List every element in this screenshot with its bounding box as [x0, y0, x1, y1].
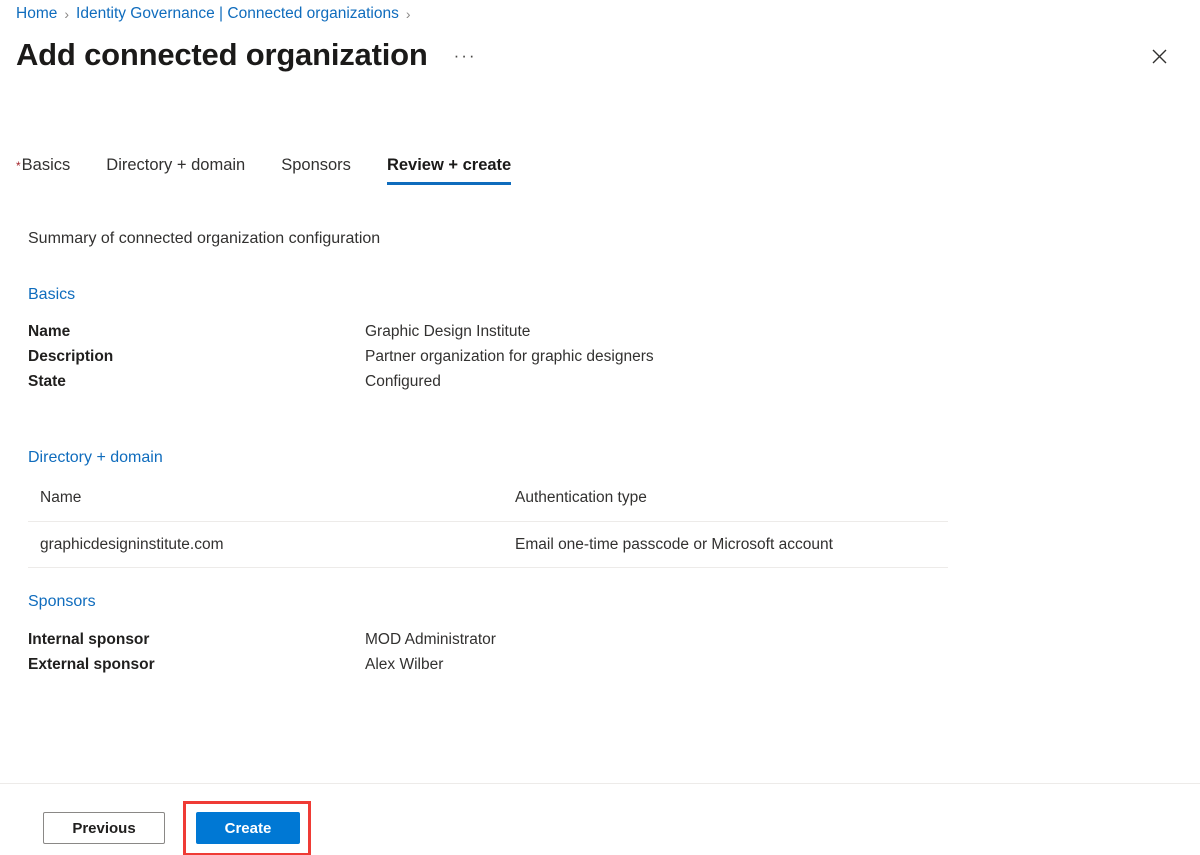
summary-text: Summary of connected organization config… [28, 230, 381, 247]
table-row: graphicdesigninstitute.com Email one-tim… [28, 521, 948, 568]
section-heading-basics[interactable]: Basics [28, 284, 1200, 306]
section-heading-directory-domain[interactable]: Directory + domain [28, 447, 1200, 469]
column-header-name: Name [28, 483, 503, 522]
sponsors-summary-list: Internal sponsor MOD Administrator Exter… [28, 627, 1200, 677]
tab-directory-domain[interactable]: Directory + domain [106, 154, 245, 185]
chevron-right-icon: › [405, 6, 411, 22]
page-title: Add connected organization [16, 37, 428, 72]
basics-summary-list: Name Graphic Design Institute Descriptio… [28, 319, 1200, 394]
sponsors-key-external: External sponsor [28, 656, 155, 673]
previous-button[interactable]: Previous [43, 812, 165, 844]
breadcrumb-item-home[interactable]: Home [16, 5, 57, 23]
tab-sponsors-label: Sponsors [281, 156, 351, 174]
basics-value-name: Graphic Design Institute [365, 323, 531, 340]
more-options-icon[interactable]: ··· [454, 46, 477, 66]
section-heading-sponsors[interactable]: Sponsors [28, 591, 1200, 613]
create-button[interactable]: Create [196, 812, 300, 844]
cell-authentication-type: Email one-time passcode or Microsoft acc… [503, 521, 948, 568]
add-connected-organization-blade: Home › Identity Governance | Connected o… [0, 0, 1200, 855]
tab-basics-label: Basics [21, 156, 71, 174]
review-create-content: Summary of connected organization config… [0, 210, 1200, 783]
directory-domain-table: Name Authentication type graphicdesignin… [28, 483, 948, 568]
sponsors-value-internal: MOD Administrator [365, 631, 496, 648]
tab-sponsors[interactable]: Sponsors [281, 154, 351, 185]
tab-review-create[interactable]: Review + create [386, 154, 512, 185]
breadcrumb-item-identity-governance[interactable]: Identity Governance | Connected organiza… [76, 5, 399, 23]
chevron-right-icon: › [64, 6, 70, 22]
basics-value-state: Configured [365, 373, 441, 390]
basics-key-description: Description [28, 348, 114, 365]
breadcrumb: Home › Identity Governance | Connected o… [16, 0, 418, 28]
tab-basics[interactable]: *Basics [16, 154, 70, 185]
required-asterisk-icon: * [16, 159, 21, 173]
title-row: Add connected organization ··· [16, 34, 477, 76]
tab-directory-domain-label: Directory + domain [106, 156, 246, 174]
wizard-footer: Previous Create [0, 783, 1200, 855]
tab-review-create-label: Review + create [386, 156, 512, 174]
sponsors-key-internal: Internal sponsor [28, 631, 150, 648]
wizard-tabs: *Basics Directory + domain Sponsors Revi… [16, 145, 512, 185]
basics-key-name: Name [28, 323, 71, 340]
basics-key-state: State [28, 373, 66, 390]
cell-domain-name: graphicdesigninstitute.com [28, 521, 503, 568]
table-header-row: Name Authentication type [28, 483, 948, 522]
basics-value-description: Partner organization for graphic designe… [365, 348, 654, 365]
column-header-authentication-type: Authentication type [503, 483, 948, 522]
close-icon[interactable] [1143, 40, 1175, 72]
sponsors-value-external: Alex Wilber [365, 656, 444, 673]
